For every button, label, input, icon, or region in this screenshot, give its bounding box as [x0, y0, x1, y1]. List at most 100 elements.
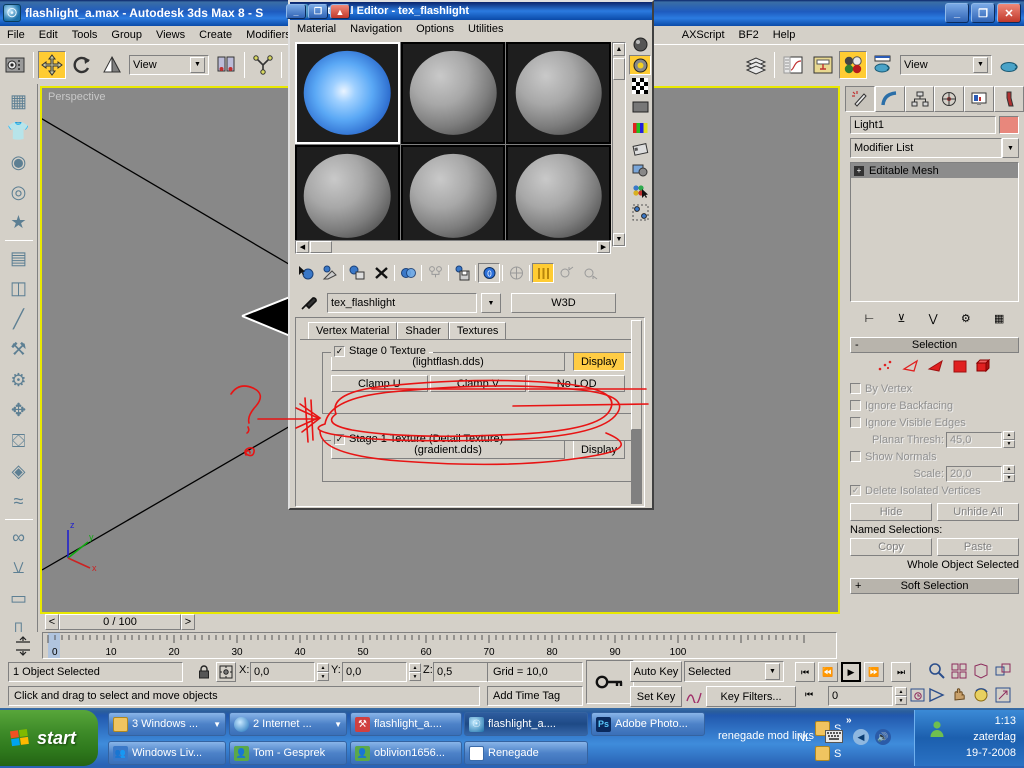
checkbox-box[interactable] [850, 451, 861, 462]
time-configuration-icon[interactable] [910, 687, 928, 705]
checkbox-by-vertex[interactable]: By Vertex [850, 380, 1019, 397]
tab-textures[interactable]: Textures [449, 322, 507, 339]
cloth-icon[interactable]: ▭ [3, 583, 35, 613]
menu-group[interactable]: Group [104, 27, 149, 43]
clamp-u-button[interactable]: Clamp U [331, 375, 428, 392]
go-to-start-icon[interactable]: ⏮ [795, 662, 815, 682]
tab-shader[interactable]: Shader [397, 322, 448, 339]
put-material-to-scene-icon[interactable] [319, 263, 341, 283]
clamp-v-button[interactable]: Clamp V [430, 375, 527, 392]
taskbar-group-windows[interactable]: 3 Windows ... ▼ [108, 712, 226, 736]
waves-icon[interactable]: ≈ [3, 487, 35, 517]
gear-icon[interactable]: ⚙ [3, 365, 35, 395]
next-frame-button[interactable]: > [181, 614, 195, 630]
chevron-down-icon[interactable]: ▼ [190, 57, 205, 73]
show-hidden-icons-icon[interactable]: ◀ [853, 729, 869, 745]
windows-taskbar[interactable]: start 3 Windows ... ▼ 2 Internet ... ▼ ⚒… [0, 708, 1024, 768]
object-name-row[interactable]: Light1 [850, 116, 1019, 134]
stack-icon[interactable]: ◫ [3, 274, 35, 304]
render-production-icon[interactable] [995, 51, 1023, 79]
sample-slot-5[interactable] [506, 145, 611, 247]
stage1-caption[interactable]: ✓ Stage 1 Texture (Detail Texture) [331, 433, 506, 445]
go-to-parent-icon[interactable] [556, 263, 578, 283]
chevron-down-icon[interactable]: ▼ [973, 57, 988, 73]
no-lod-button[interactable]: No LOD [528, 375, 625, 392]
options-icon[interactable] [629, 160, 651, 180]
tray-language[interactable]: NL [797, 732, 811, 744]
remove-modifier-icon[interactable]: ⚙ [961, 312, 971, 325]
arc-rotate-icon[interactable] [972, 686, 990, 707]
scale-spinner[interactable]: ▲▼ [1003, 465, 1015, 482]
use-pivot-point-center-icon[interactable] [212, 51, 240, 79]
rollout-soft-selection[interactable]: + Soft Selection [850, 578, 1019, 594]
material-name-field[interactable]: tex_flashlight [327, 293, 477, 313]
scroll-thumb[interactable] [613, 58, 625, 80]
x-spinner[interactable]: ▲▼ [317, 663, 329, 681]
pin-stack-icon[interactable]: ⊢ [865, 312, 875, 325]
material-editor-toolbar[interactable]: 0 [295, 262, 645, 284]
menu-file[interactable]: File [0, 27, 32, 43]
knife-icon[interactable]: ╱ [3, 304, 35, 334]
add-time-tag[interactable]: Add Time Tag [487, 686, 583, 706]
modifier-list-dropdown[interactable]: Modifier List ▼ [850, 138, 1019, 158]
planar-thresh-row[interactable]: Planar Thresh: 45,0 ▲▼ [850, 431, 1019, 448]
shards-icon[interactable]: ◈ [3, 456, 35, 486]
bird-icon[interactable]: ✥ [3, 395, 35, 425]
vertex-icon[interactable] [877, 359, 895, 376]
rollout-selection-header[interactable]: - Selection [850, 337, 1019, 353]
y-spinner[interactable]: ▲▼ [409, 663, 421, 681]
close-button[interactable]: ✕ [997, 3, 1021, 23]
stage0-display-button[interactable]: Display [573, 352, 625, 371]
render-scene-icon[interactable] [869, 51, 897, 79]
status-bar[interactable]: 1 Object Selected X: 0,0 ▲▼ Y: 0,0 ▲▼ Z:… [0, 660, 1024, 686]
current-frame-display[interactable]: 0 / 100 [59, 614, 181, 630]
checkbox-ignore-visible-edges[interactable]: Ignore Visible Edges [850, 414, 1019, 431]
curve-editor-icon[interactable] [779, 51, 807, 79]
go-forward-to-sibling-icon[interactable] [580, 263, 602, 283]
show-map-in-viewport-icon[interactable] [505, 263, 527, 283]
menu-views[interactable]: Views [149, 27, 192, 43]
maximize-button[interactable]: ❐ [308, 4, 328, 19]
prev-frame-button[interactable]: < [45, 614, 59, 630]
display-tab[interactable] [964, 86, 994, 112]
background-checker-icon[interactable] [629, 76, 651, 96]
next-frame-icon[interactable]: ⏩ [864, 662, 884, 682]
configure-modifier-sets-icon[interactable]: ▦ [994, 312, 1004, 325]
video-color-check-icon[interactable] [629, 118, 651, 138]
keyboard-icon[interactable] [825, 730, 843, 746]
motion-tab[interactable] [934, 86, 964, 112]
reset-map-icon[interactable] [370, 263, 392, 283]
sample-type-icon[interactable] [629, 34, 651, 54]
maximize-button[interactable]: ❐ [971, 3, 995, 23]
material-editor-menu-bar[interactable]: Material Navigation Options Utilities [290, 20, 652, 38]
sample-slots-grid[interactable] [295, 42, 611, 247]
left-tool-strip[interactable]: ▦ 👕 ◉ ◎ ★ ▤ ◫ ╱ ⚒ ⚙ ✥ ⛋ ◈ ≈ ∞ ⚺ ▭ ▯ [0, 84, 38, 644]
checker-icon[interactable]: ▤ [3, 243, 35, 273]
material-tabs[interactable]: Vertex Material Shader Textures [308, 322, 644, 339]
backlight-icon[interactable] [629, 55, 651, 75]
checkbox-box[interactable] [850, 417, 861, 428]
put-to-library-icon[interactable] [451, 263, 473, 283]
command-panel-tabs[interactable] [845, 86, 1024, 112]
material-params-panel[interactable]: Vertex Material Shader Textures ✓ Stage … [295, 317, 645, 507]
rollout-toggle[interactable]: - [855, 339, 859, 351]
select-and-rotate-icon[interactable] [68, 51, 96, 79]
taskbar-item-windows-live[interactable]: 👥 Windows Liv... [108, 741, 226, 765]
system-tray[interactable]: NL ◀ 🔊 1:13 zaterdag 19-7-2008 [914, 710, 1024, 766]
layer-manager-icon[interactable] [742, 51, 770, 79]
modify-tab[interactable] [875, 86, 905, 112]
scroll-left-icon[interactable]: ◀ [296, 241, 309, 253]
element-icon[interactable] [975, 359, 993, 376]
go-to-frame-icon[interactable]: ⏮ [805, 689, 813, 700]
taskbar-item-flashlight-file[interactable]: ⚒ flashlight_a.... [350, 712, 462, 736]
current-time-field[interactable]: 0 [828, 686, 893, 706]
taskbar-group-internet[interactable]: 2 Internet ... ▼ [229, 712, 347, 736]
checkbox-box[interactable] [850, 400, 861, 411]
sample-slot-1[interactable] [401, 42, 506, 144]
material-name-row[interactable]: tex_flashlight ▼ W3D [295, 292, 650, 314]
torus-knot-icon[interactable]: ∞ [3, 522, 35, 552]
face-icon[interactable] [927, 359, 945, 376]
make-material-copy-icon[interactable] [397, 263, 419, 283]
shirt-icon[interactable]: 👕 [3, 116, 35, 146]
scroll-up-icon[interactable]: ▲ [613, 43, 625, 56]
